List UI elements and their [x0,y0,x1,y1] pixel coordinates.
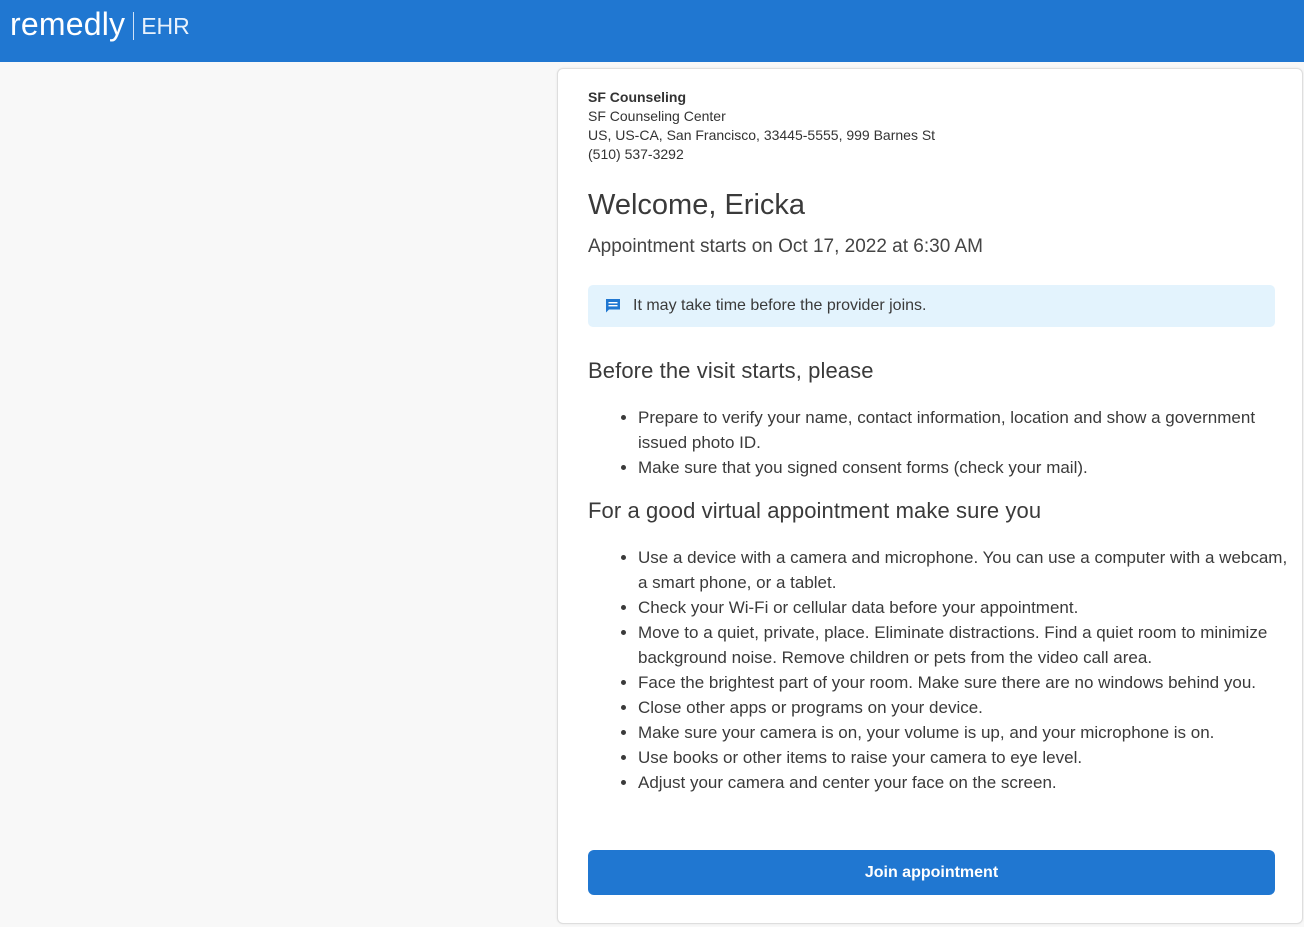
list-item: Check your Wi-Fi or cellular data before… [638,595,1288,620]
list-item: Adjust your camera and center your face … [638,770,1288,795]
list-item: Use a device with a camera and microphon… [638,545,1288,595]
organization-center: SF Counseling Center [588,108,726,124]
logo-product: EHR [141,13,190,39]
welcome-heading: Welcome, Ericka [588,189,806,221]
good-appointment-title: For a good virtual appointment make sure… [588,498,1042,523]
before-visit-list: Prepare to verify your name, contact inf… [588,405,1288,480]
organization-phone: (510) 537-3292 [588,146,684,162]
organization-name: SF Counseling [588,89,686,105]
list-item: Move to a quiet, private, place. Elimina… [638,620,1288,670]
organization-info: SF Counseling SF Counseling Center US, U… [588,88,935,164]
join-appointment-button[interactable]: Join appointment [588,850,1275,895]
appointment-card: SF Counseling SF Counseling Center US, U… [557,68,1303,924]
list-item: Make sure that you signed consent forms … [638,455,1288,480]
list-item: Use books or other items to raise your c… [638,745,1288,770]
logo[interactable]: remedly EHR [10,4,190,44]
list-item: Make sure your camera is on, your volume… [638,720,1288,745]
organization-address: US, US-CA, San Francisco, 33445-5555, 99… [588,127,936,143]
list-item: Face the brightest part of your room. Ma… [638,670,1288,695]
notice-text: It may take time before the provider joi… [633,297,927,314]
appointment-time: Appointment starts on Oct 17, 2022 at 6:… [588,236,984,257]
message-icon [604,297,622,315]
list-item: Close other apps or programs on your dev… [638,695,1288,720]
logo-brand: remedly [10,6,126,42]
logo-divider [133,12,135,40]
provider-notice: It may take time before the provider joi… [588,285,1275,327]
list-item: Prepare to verify your name, contact inf… [638,405,1288,455]
good-appointment-list: Use a device with a camera and microphon… [588,545,1288,795]
top-bar: remedly EHR [0,0,1304,62]
before-visit-title: Before the visit starts, please [588,358,874,383]
